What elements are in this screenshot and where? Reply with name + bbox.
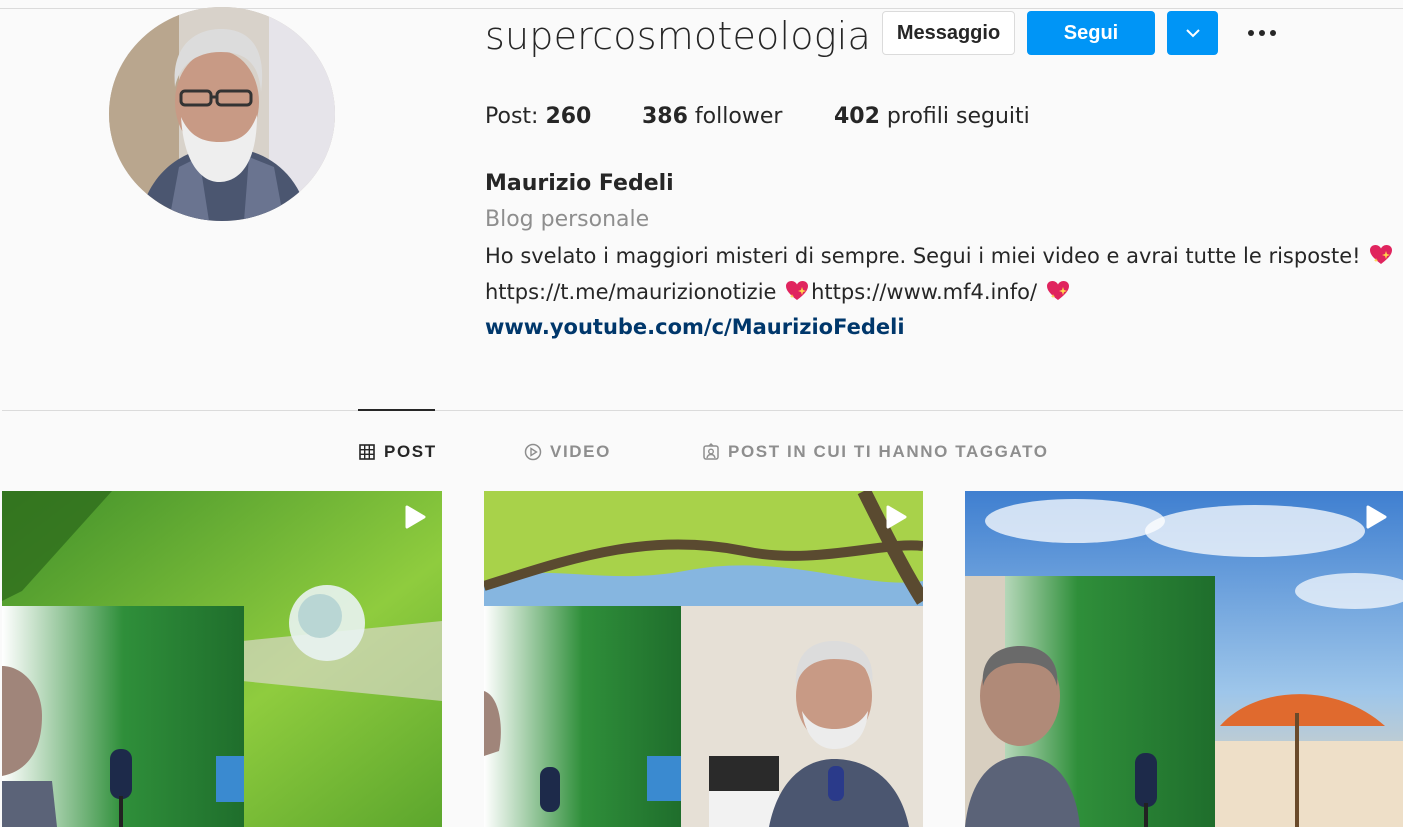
video-icon xyxy=(886,505,907,529)
tab-posts[interactable]: POST xyxy=(358,440,437,464)
grid-icon xyxy=(359,444,375,460)
post-tile[interactable] xyxy=(2,491,442,827)
tab-video[interactable]: VIDEO xyxy=(524,440,611,464)
tab-tagged[interactable]: POST IN CUI TI HANNO TAGGATO xyxy=(702,440,1049,464)
post-tile[interactable] xyxy=(484,491,923,827)
video-icon xyxy=(1366,505,1387,529)
sparkling-heart-icon xyxy=(1046,281,1069,300)
followers-value: 386 xyxy=(642,104,688,129)
message-button[interactable]: Messaggio xyxy=(882,11,1015,55)
tabs-divider xyxy=(2,410,1403,411)
posts-label: Post: xyxy=(485,104,546,129)
profile-username: supercosmoteologia xyxy=(485,14,871,58)
video-icon xyxy=(405,505,426,529)
sparkling-heart-icon xyxy=(786,281,809,300)
more-dot xyxy=(1259,30,1265,36)
followers-label: follower xyxy=(687,104,783,129)
tab-posts-label: POST xyxy=(384,442,437,461)
followers-count[interactable]: 386 follower xyxy=(642,104,782,129)
following-count[interactable]: 402 profili seguiti xyxy=(834,104,1030,129)
tab-tagged-label: POST IN CUI TI HANNO TAGGATO xyxy=(728,442,1049,461)
bio-line-1: Ho svelato i maggiori misteri di sempre.… xyxy=(485,243,1395,268)
bio-telegram-link: https://t.me/maurizionotizie xyxy=(485,280,784,304)
posts-count: Post: 260 xyxy=(485,104,591,129)
chevron-down-icon xyxy=(1185,29,1200,38)
suggested-dropdown-button[interactable] xyxy=(1167,11,1218,55)
profile-category: Blog personale xyxy=(485,207,650,232)
following-label: profili seguiti xyxy=(879,104,1030,129)
tagged-icon xyxy=(703,443,719,460)
more-options-icon[interactable] xyxy=(1240,18,1284,48)
active-tab-indicator xyxy=(358,409,435,411)
bio-text: Ho svelato i maggiori misteri di sempre.… xyxy=(485,244,1368,268)
bio-mf4-link: https://www.mf4.info/ xyxy=(811,280,1044,304)
play-circle-icon xyxy=(524,443,542,461)
sparkling-heart-icon xyxy=(1370,245,1393,264)
post-tile[interactable] xyxy=(965,491,1403,827)
following-value: 402 xyxy=(834,104,880,129)
more-dot xyxy=(1270,30,1276,36)
tab-video-label: VIDEO xyxy=(550,442,611,461)
website-link[interactable]: www.youtube.com/c/MaurizioFedeli xyxy=(485,315,905,339)
post-thumbnail-water-drop xyxy=(2,491,442,827)
avatar-image xyxy=(109,7,335,221)
follow-button[interactable]: Segui xyxy=(1027,11,1155,55)
profile-full-name: Maurizio Fedeli xyxy=(485,171,674,196)
more-dot xyxy=(1248,30,1254,36)
post-thumbnail-beach xyxy=(965,491,1403,827)
post-thumbnail-tree xyxy=(484,491,923,827)
bio-line-2: https://t.me/maurizionotizie https://www… xyxy=(485,279,1072,304)
profile-avatar[interactable] xyxy=(109,7,335,221)
posts-value: 260 xyxy=(545,104,592,129)
